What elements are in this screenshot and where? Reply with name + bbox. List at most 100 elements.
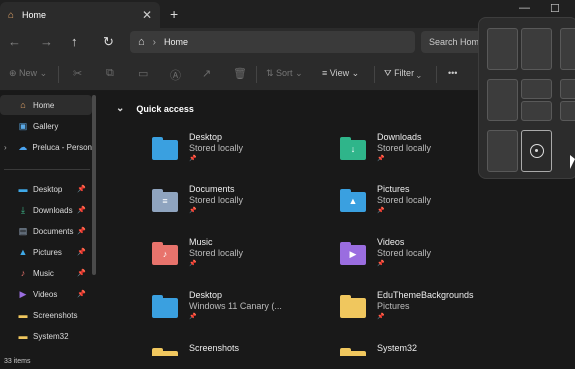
- cut-icon[interactable]: ✂: [73, 67, 82, 80]
- snap-zone[interactable]: [487, 28, 518, 70]
- new-tab-button[interactable]: +: [170, 6, 178, 22]
- quick-access-item-videos[interactable]: ▶ Videos Stored locally 📌: [340, 237, 520, 277]
- item-count: 33 items: [4, 358, 31, 365]
- quick-access-header[interactable]: ⌄ Quick access: [116, 103, 194, 114]
- minimize-button[interactable]: —: [519, 2, 530, 14]
- pin-icon: 📌: [377, 261, 385, 267]
- snap-zone[interactable]: [521, 28, 552, 70]
- share-icon[interactable]: ↗: [202, 67, 211, 80]
- sidebar-item-gallery[interactable]: ▣ Gallery: [0, 116, 92, 136]
- downloads-icon: ⤓: [21, 204, 25, 215]
- snap-zone[interactable]: [560, 79, 575, 99]
- sidebar-item-label: Downloads: [33, 205, 73, 215]
- pin-icon: 📌: [189, 208, 197, 214]
- mouse-cursor-icon: [570, 155, 575, 169]
- quick-access-item-desktop-canary[interactable]: Desktop Windows 11 Canary (... 📌: [152, 290, 332, 330]
- videos-icon: ▶: [19, 288, 27, 299]
- address-bar[interactable]: ⌂ › Home: [130, 31, 415, 53]
- up-arrow-icon[interactable]: ↑: [71, 34, 78, 49]
- quick-access-item-desktop[interactable]: Desktop Stored locally 📌: [152, 132, 332, 172]
- sidebar-scrollbar[interactable]: [92, 95, 96, 275]
- sidebar-item-system32[interactable]: ▬ System32: [0, 326, 92, 346]
- snap-zone[interactable]: [521, 79, 552, 99]
- quick-access-title: Quick access: [136, 103, 194, 114]
- sidebar-item-desktop[interactable]: ▬ Desktop 📌: [0, 179, 92, 199]
- chevron-right-icon: ›: [152, 36, 156, 48]
- snap-zone[interactable]: [560, 28, 575, 70]
- sidebar-divider: [4, 169, 90, 170]
- folder-icon: ▬: [18, 310, 28, 320]
- pin-icon: 📌: [77, 270, 86, 277]
- forward-arrow-icon[interactable]: →: [40, 34, 53, 49]
- sidebar-item-home[interactable]: ⌂ Home: [0, 95, 92, 115]
- item-name: Screenshots: [189, 343, 240, 353]
- snap-zone[interactable]: [487, 130, 518, 172]
- pin-icon: 📌: [189, 156, 197, 162]
- pin-icon: 📌: [377, 156, 385, 162]
- close-tab-icon[interactable]: ✕: [142, 8, 152, 22]
- gallery-icon: ▣: [18, 120, 28, 131]
- desktop-icon: ▬: [18, 184, 28, 194]
- pin-icon: 📌: [77, 228, 86, 235]
- delete-icon[interactable]: 🗑: [233, 67, 247, 80]
- sidebar-item-label: Pictures: [33, 247, 62, 257]
- sidebar-item-documents[interactable]: ▤ Documents 📌: [0, 221, 92, 241]
- divider: [436, 66, 437, 83]
- rename-icon[interactable]: Ⓐ: [170, 67, 181, 83]
- item-name: EduThemeBackgrounds: [377, 290, 474, 300]
- maximize-button[interactable]: ☐: [550, 2, 560, 15]
- music-folder-icon: ♪: [152, 242, 178, 265]
- sidebar-item-label: Videos: [33, 289, 58, 299]
- paste-icon[interactable]: ▭: [138, 67, 148, 80]
- snap-zone-highlighted[interactable]: [521, 130, 552, 172]
- documents-icon: ▤: [18, 225, 28, 236]
- status-bar: 33 items: [0, 356, 575, 369]
- new-button[interactable]: ⊕ New ⌄: [9, 68, 47, 79]
- item-location: Stored locally: [377, 143, 432, 153]
- sidebar-item-onedrive[interactable]: › ☁ Preluca - Person: [0, 137, 92, 157]
- tab-home[interactable]: ⌂ Home ✕: [0, 2, 160, 28]
- copy-icon[interactable]: ⧉: [106, 67, 114, 80]
- videos-folder-icon: ▶: [340, 242, 366, 265]
- view-button[interactable]: ≡ View ⌄: [322, 68, 359, 79]
- chevron-down-icon[interactable]: ⌄: [116, 103, 124, 114]
- folder-icon: [340, 295, 366, 318]
- snap-zone[interactable]: [487, 79, 518, 121]
- sidebar-item-pictures[interactable]: ▲ Pictures 📌: [0, 242, 92, 262]
- snap-zone[interactable]: [560, 101, 575, 121]
- quick-access-item-documents[interactable]: ≡ Documents Stored locally 📌: [152, 184, 332, 224]
- desktop-folder-icon: [152, 137, 178, 160]
- sidebar-item-label: Gallery: [33, 121, 59, 131]
- refresh-icon[interactable]: ↻: [103, 34, 114, 50]
- item-location: Stored locally: [189, 195, 244, 205]
- item-name: Videos: [377, 237, 405, 247]
- sidebar-item-screenshots[interactable]: ▬ Screenshots: [0, 305, 92, 325]
- home-icon: ⌂: [20, 100, 26, 110]
- quick-access-item-screenshots[interactable]: Screenshots: [152, 343, 332, 356]
- quick-access-item-eduthemebackgrounds[interactable]: EduThemeBackgrounds Pictures 📌: [340, 290, 520, 330]
- quick-access-item-pictures[interactable]: ▲ Pictures Stored locally 📌: [340, 184, 520, 224]
- back-arrow-icon[interactable]: ←: [8, 34, 21, 49]
- more-options-button[interactable]: •••: [448, 68, 457, 78]
- home-icon: ⌂: [138, 36, 145, 48]
- desktop-folder-icon: [152, 295, 178, 318]
- filter-button[interactable]: ⛛ Filter ⌄: [384, 68, 421, 79]
- sidebar-item-videos[interactable]: ▶ Videos 📌: [0, 284, 92, 304]
- obs-app-icon: [530, 144, 544, 158]
- tab-title: Home: [22, 10, 47, 20]
- quick-access-item-music[interactable]: ♪ Music Stored locally 📌: [152, 237, 332, 277]
- snap-zone[interactable]: [521, 101, 552, 121]
- item-name: Music: [189, 237, 213, 247]
- sidebar-item-downloads[interactable]: ⤓ Downloads 📌: [0, 200, 92, 220]
- filter-label: Filter: [394, 68, 415, 78]
- sort-button[interactable]: ⇅ Sort ⌄: [266, 68, 303, 79]
- sidebar-item-music[interactable]: ♪ Music 📌: [0, 263, 92, 283]
- sidebar-item-label: Preluca - Person: [32, 142, 92, 152]
- pin-icon: 📌: [77, 186, 86, 193]
- chevron-right-icon[interactable]: ›: [4, 143, 7, 152]
- item-name: System32: [377, 343, 418, 353]
- snap-layouts-flyout: [478, 17, 575, 179]
- pin-icon: 📌: [377, 314, 385, 320]
- address-path: Home: [164, 37, 189, 47]
- quick-access-item-system32[interactable]: System32: [340, 343, 520, 356]
